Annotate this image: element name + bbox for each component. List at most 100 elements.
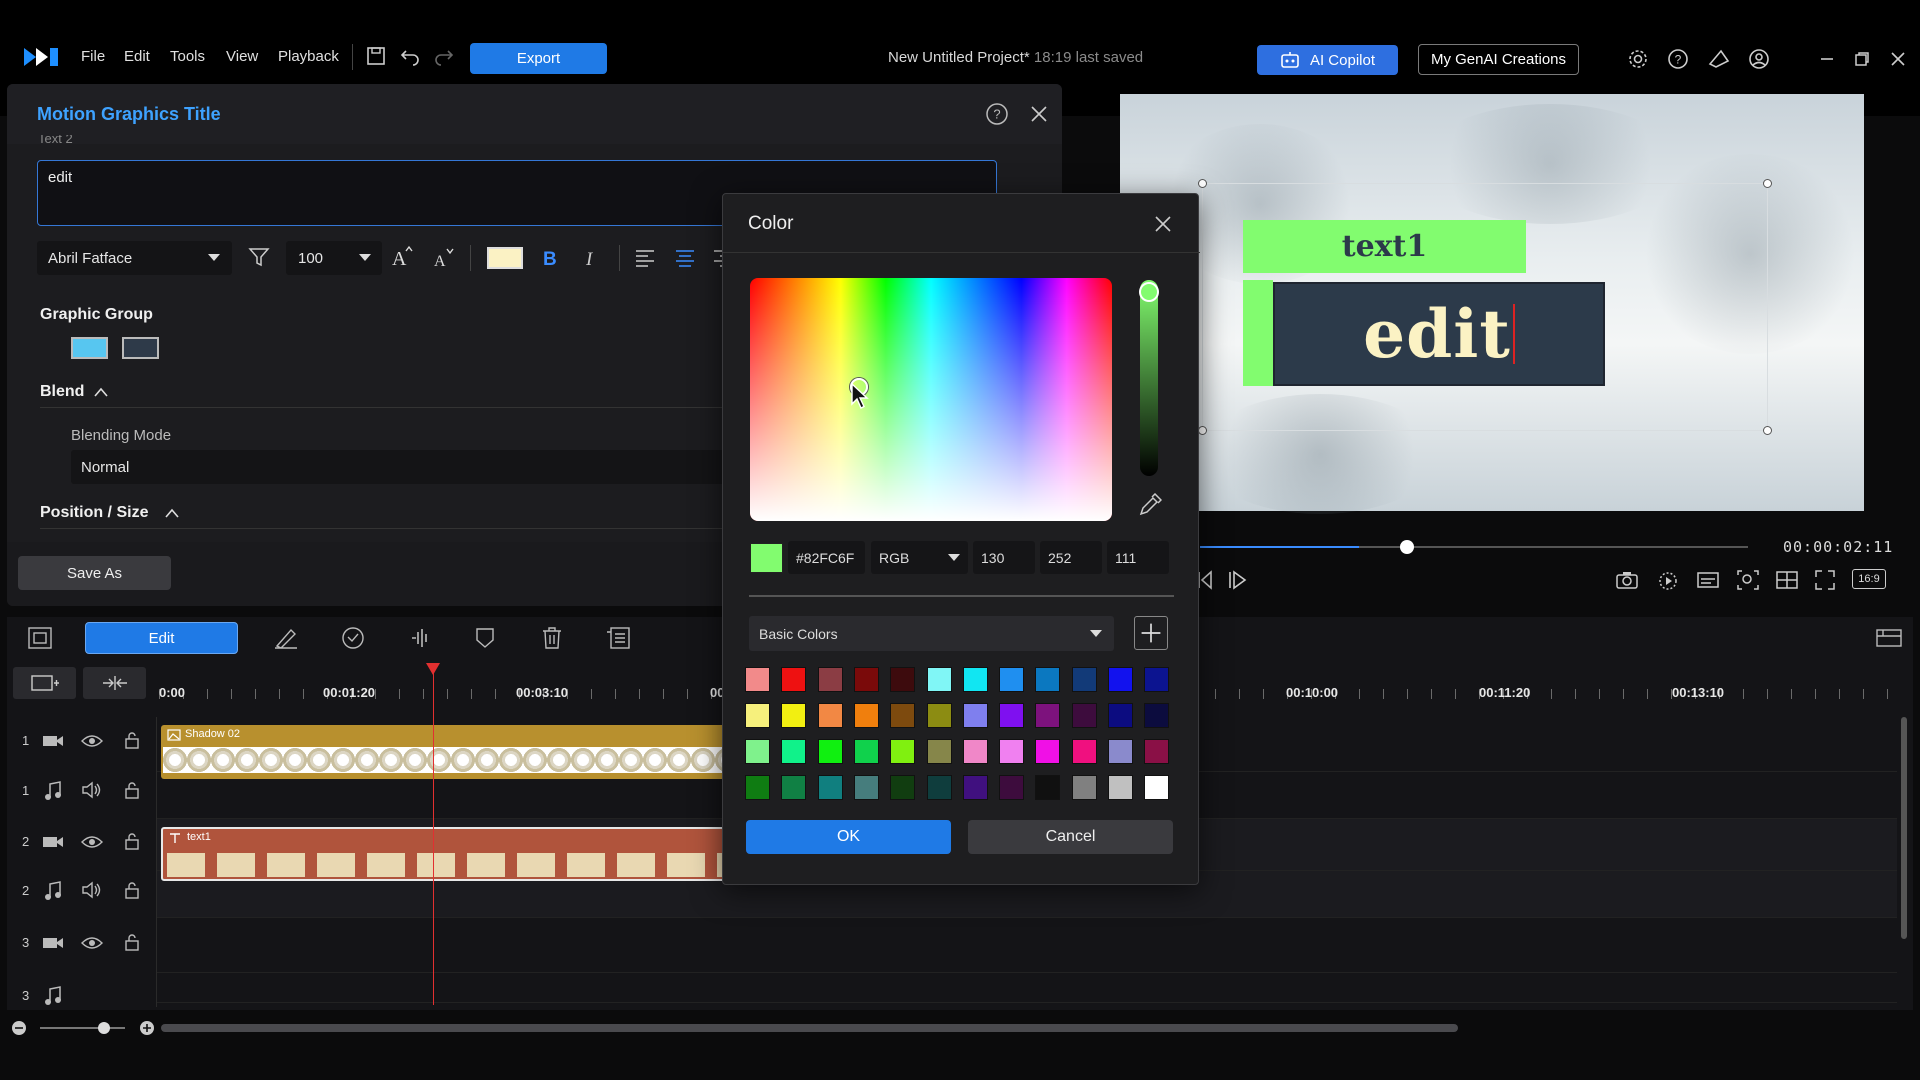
color-swatch[interactable] bbox=[1071, 667, 1097, 692]
color-swatch[interactable] bbox=[926, 667, 952, 692]
zoom-slider-track[interactable] bbox=[40, 1027, 125, 1029]
account-icon[interactable] bbox=[1748, 48, 1770, 70]
color-swatch[interactable] bbox=[853, 703, 879, 728]
brightness-slider[interactable] bbox=[1140, 280, 1158, 476]
align-left-icon[interactable] bbox=[634, 247, 656, 269]
color-swatch[interactable] bbox=[781, 703, 807, 728]
zoom-in-icon[interactable] bbox=[139, 1020, 155, 1036]
color-swatch[interactable] bbox=[962, 667, 988, 692]
snapshot-icon[interactable] bbox=[1615, 570, 1639, 590]
marker-icon[interactable] bbox=[474, 626, 496, 650]
vertical-scrollbar[interactable] bbox=[1901, 717, 1907, 939]
audio-tool-icon[interactable] bbox=[407, 626, 433, 650]
render-preview-icon[interactable] bbox=[1656, 569, 1680, 591]
color-swatch[interactable] bbox=[1035, 703, 1061, 728]
color-spectrum[interactable] bbox=[750, 278, 1112, 521]
color-swatch[interactable] bbox=[890, 703, 916, 728]
keyframe-icon[interactable] bbox=[341, 626, 365, 650]
export-button[interactable]: Export bbox=[470, 43, 607, 74]
color-swatch[interactable] bbox=[817, 775, 843, 800]
chevron-up-icon[interactable] bbox=[93, 385, 109, 399]
lock-icon[interactable] bbox=[124, 881, 140, 899]
color-swatch[interactable] bbox=[1035, 739, 1061, 764]
color-swatch[interactable] bbox=[853, 667, 879, 692]
video-preview[interactable]: text1 edit bbox=[1120, 94, 1864, 514]
color-swatch[interactable] bbox=[1035, 667, 1061, 692]
color-swatch[interactable] bbox=[853, 775, 879, 800]
title-text1[interactable]: text1 bbox=[1243, 220, 1526, 273]
delete-icon[interactable] bbox=[541, 626, 563, 650]
title-text2[interactable]: edit bbox=[1273, 282, 1605, 386]
red-input[interactable]: 130 bbox=[973, 541, 1035, 574]
text-color-swatch[interactable] bbox=[487, 247, 523, 269]
clip-shadow-02[interactable]: Shadow 02 bbox=[161, 725, 736, 779]
close-dialog-icon[interactable] bbox=[1153, 214, 1173, 234]
track-audio-3[interactable] bbox=[7, 973, 1897, 1003]
speaker-icon[interactable] bbox=[81, 881, 103, 899]
font-size-select[interactable]: 100 bbox=[286, 241, 382, 275]
help-icon[interactable]: ? bbox=[985, 102, 1009, 126]
ai-copilot-button[interactable]: AI Copilot bbox=[1257, 45, 1398, 75]
resize-handle[interactable] bbox=[1763, 426, 1772, 435]
color-swatch[interactable] bbox=[1108, 667, 1133, 692]
playhead-marker[interactable] bbox=[426, 663, 440, 675]
ok-button[interactable]: OK bbox=[746, 820, 951, 854]
color-swatch[interactable] bbox=[1071, 703, 1097, 728]
resize-handle[interactable] bbox=[1198, 179, 1207, 188]
color-swatch[interactable] bbox=[745, 703, 770, 728]
brightness-thumb[interactable] bbox=[1139, 282, 1159, 302]
color-swatch[interactable] bbox=[890, 739, 916, 764]
color-swatch[interactable] bbox=[999, 703, 1025, 728]
resize-handle[interactable] bbox=[1763, 179, 1772, 188]
menu-playback[interactable]: Playback bbox=[278, 48, 339, 65]
blending-mode-select[interactable]: Normal bbox=[71, 450, 761, 484]
add-color-button[interactable] bbox=[1134, 616, 1168, 650]
track-video-3[interactable] bbox=[7, 918, 1897, 973]
subtitles-icon[interactable] bbox=[1696, 570, 1720, 590]
lock-icon[interactable] bbox=[124, 933, 140, 951]
color-swatch[interactable] bbox=[962, 775, 988, 800]
color-swatch[interactable] bbox=[817, 703, 843, 728]
edit-button[interactable]: Edit bbox=[85, 622, 238, 654]
clip-text1[interactable]: text1 bbox=[161, 827, 736, 881]
feedback-icon[interactable] bbox=[1707, 48, 1731, 70]
font-select[interactable]: Abril Fatface bbox=[37, 241, 232, 275]
color-swatch[interactable] bbox=[745, 667, 770, 692]
color-swatch[interactable] bbox=[999, 667, 1025, 692]
color-swatch[interactable] bbox=[926, 739, 952, 764]
my-genai-creations-button[interactable]: My GenAI Creations bbox=[1418, 44, 1579, 75]
color-swatch[interactable] bbox=[1108, 703, 1133, 728]
color-swatch[interactable] bbox=[781, 775, 807, 800]
color-swatch[interactable] bbox=[853, 739, 879, 764]
restore-icon[interactable] bbox=[1853, 50, 1871, 68]
color-swatch[interactable] bbox=[1108, 775, 1133, 800]
lock-icon[interactable] bbox=[124, 731, 140, 749]
save-as-button[interactable]: Save As bbox=[18, 556, 171, 590]
playback-scrubber[interactable] bbox=[1400, 540, 1414, 554]
chapter-icon[interactable] bbox=[605, 626, 631, 650]
undo-icon[interactable] bbox=[400, 46, 420, 66]
green-input[interactable]: 252 bbox=[1040, 541, 1102, 574]
settings-icon[interactable] bbox=[1627, 48, 1649, 70]
color-swatch[interactable] bbox=[1071, 775, 1097, 800]
graphic-color-1[interactable] bbox=[71, 337, 108, 359]
zoom-slider-thumb[interactable] bbox=[98, 1022, 110, 1034]
color-swatch[interactable] bbox=[1035, 775, 1061, 800]
pen-icon[interactable] bbox=[273, 626, 299, 650]
cancel-button[interactable]: Cancel bbox=[968, 820, 1173, 854]
eye-icon[interactable] bbox=[81, 834, 103, 850]
zoom-out-icon[interactable] bbox=[11, 1020, 27, 1036]
color-swatch[interactable] bbox=[781, 667, 807, 692]
increase-font-icon[interactable]: A bbox=[388, 244, 414, 270]
hex-input[interactable]: #82FC6F bbox=[788, 541, 865, 574]
menu-edit[interactable]: Edit bbox=[124, 48, 150, 65]
playback-progress-track[interactable] bbox=[1200, 546, 1748, 548]
color-swatch[interactable] bbox=[962, 703, 988, 728]
color-swatch[interactable] bbox=[962, 739, 988, 764]
chevron-up-icon[interactable] bbox=[164, 506, 180, 520]
next-frame-icon[interactable] bbox=[1228, 569, 1250, 591]
color-swatch[interactable] bbox=[1144, 667, 1170, 692]
timeline-settings-icon[interactable] bbox=[27, 626, 53, 650]
close-panel-icon[interactable] bbox=[1029, 104, 1049, 124]
save-icon[interactable] bbox=[366, 46, 386, 66]
